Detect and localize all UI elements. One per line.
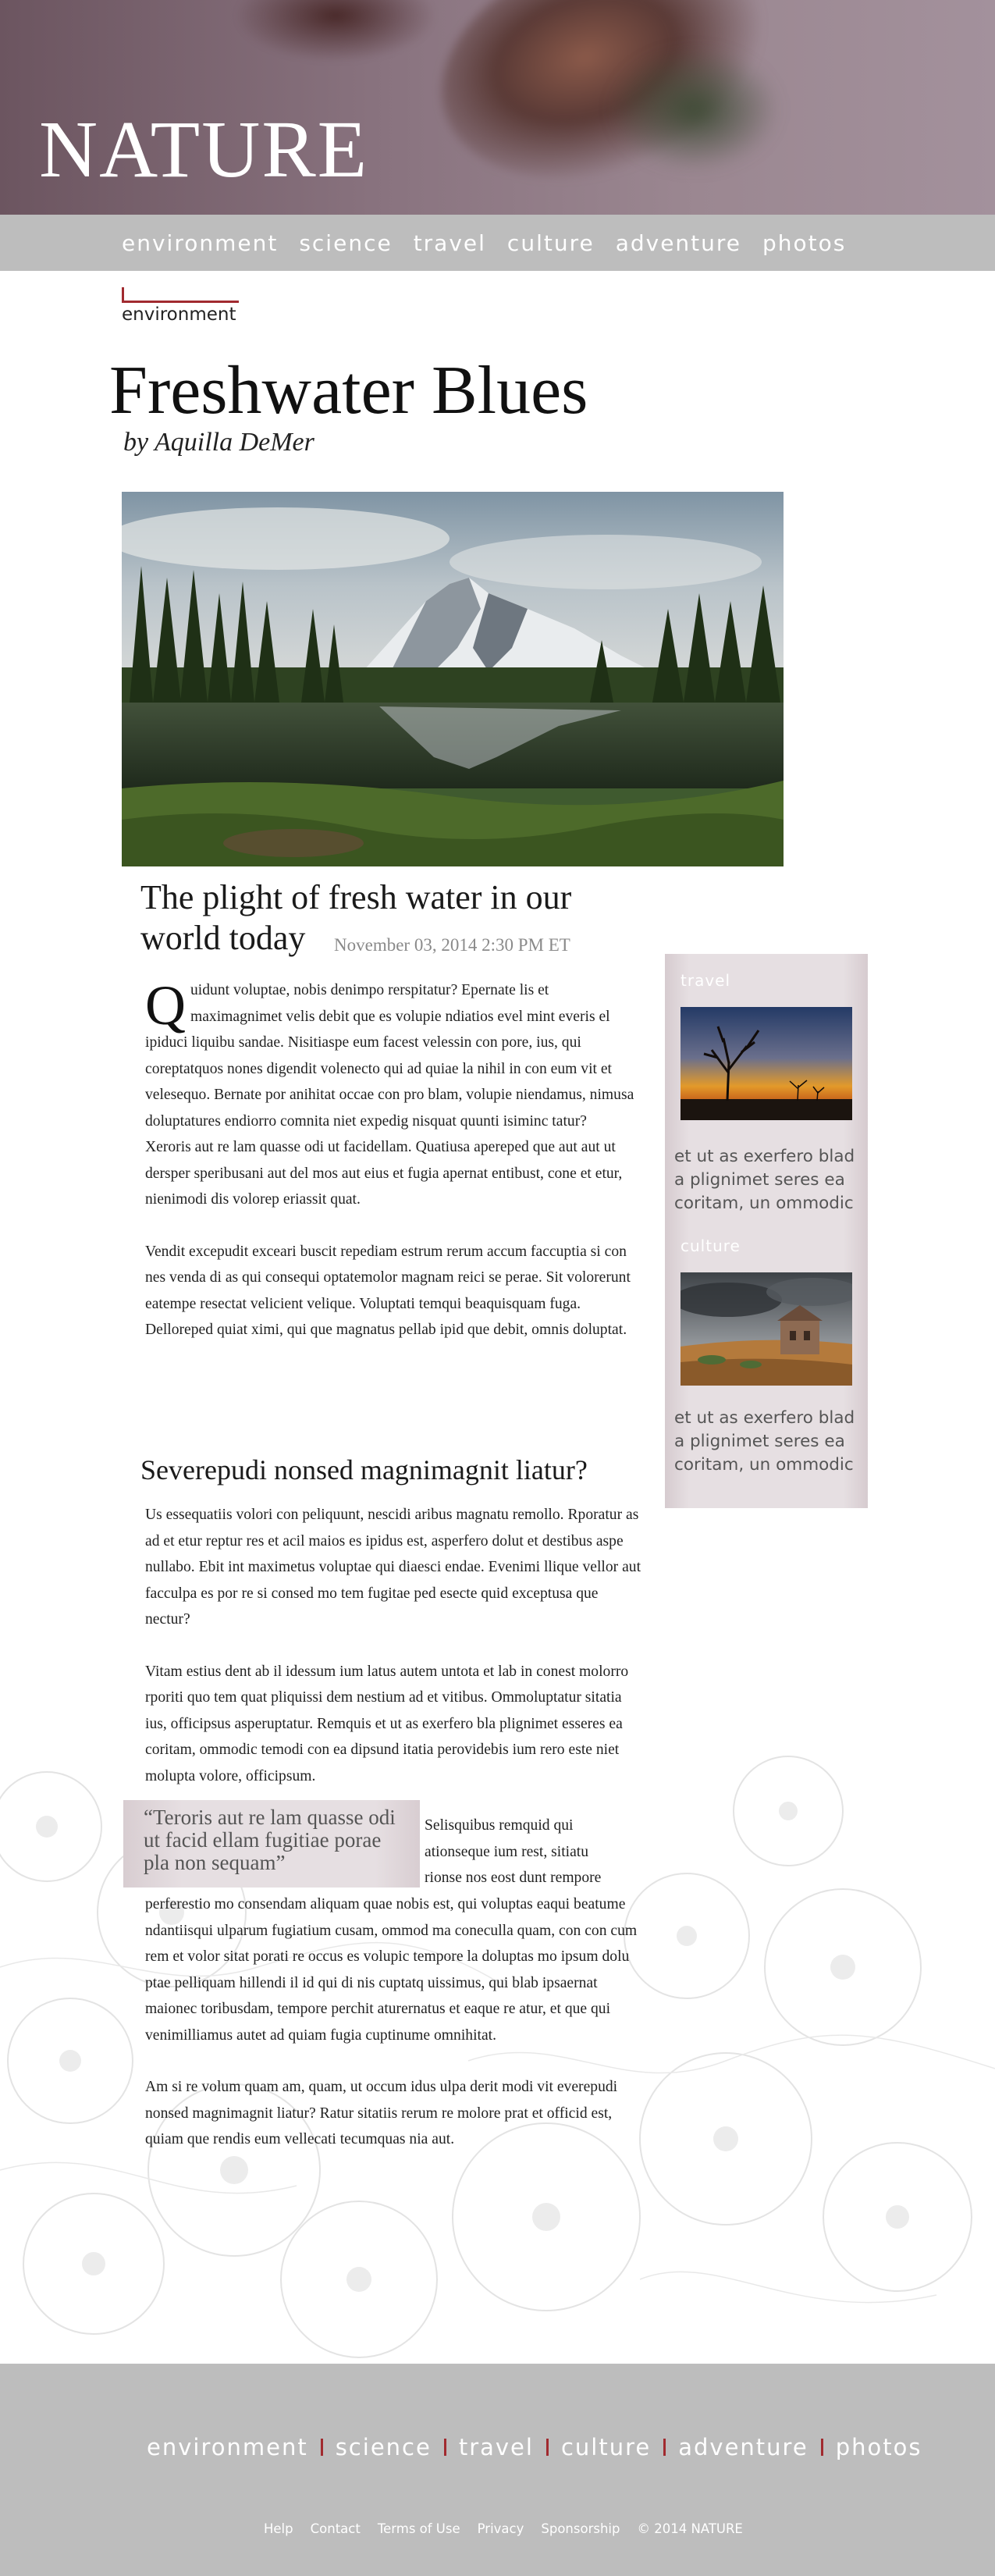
article-title: Freshwater Blues	[109, 353, 588, 429]
sidebar-category-travel[interactable]: travel	[681, 971, 730, 990]
footer-nav-adventure[interactable]: adventure	[678, 2434, 808, 2460]
site-logo[interactable]: NATURE	[39, 109, 368, 190]
footer-nav-culture[interactable]: culture	[561, 2434, 651, 2460]
nav-photos[interactable]: photos	[762, 230, 846, 256]
nav-travel[interactable]: travel	[414, 230, 486, 256]
section-heading: Severepudi nonsed magnimagnit liatur?	[140, 1454, 588, 1485]
nav-environment[interactable]: environment	[122, 230, 278, 256]
sidebar-thumb-travel[interactable]	[681, 1007, 852, 1120]
footer-link-terms[interactable]: Terms of Use	[378, 2521, 460, 2536]
article-body-section2: Us essequatiis volori con peliquunt, nes…	[145, 1502, 643, 1789]
paragraph: Quidunt voluptae, nobis denimpo rerspita…	[145, 977, 643, 1134]
page-footer: environment science travel culture adven…	[0, 2364, 995, 2576]
paragraph: Vitam estius dent ab il idessum ium latu…	[145, 1663, 629, 1784]
drop-cap: Q	[145, 974, 186, 1037]
footer-nav-travel[interactable]: travel	[459, 2434, 534, 2460]
sidebar-thumb-culture[interactable]	[681, 1272, 852, 1386]
mountain-lake-photo	[122, 492, 784, 866]
wrapped-text: Selisquibus remquid qui ationseque ium r…	[425, 1813, 659, 1891]
paragraph: Xeroris aut re lam quasse odi ut facidel…	[145, 1139, 623, 1208]
subtitle-line: The plight of fresh water in our	[140, 878, 572, 916]
wrap-line: Selisquibus remquid qui	[425, 1817, 574, 1834]
footer-nav-environment[interactable]: environment	[147, 2434, 308, 2460]
banner-blur	[609, 47, 780, 172]
footer-link-help[interactable]: Help	[264, 2521, 293, 2536]
wrap-line: ationseque ium rest, sitiatu	[425, 1843, 589, 1860]
sidebar-caption[interactable]: et ut as exerfero blad a plignimet seres…	[674, 1407, 862, 1477]
paragraph: perferestio mo consendam aliquam quae no…	[145, 1896, 638, 2044]
sidebar-caption[interactable]: et ut as exerfero blad a plignimet seres…	[674, 1145, 862, 1215]
nav-separator	[820, 2439, 823, 2456]
footer-link-sponsorship[interactable]: Sponsorship	[541, 2521, 620, 2536]
nav-separator	[545, 2439, 549, 2456]
footer-nav-science[interactable]: science	[336, 2434, 432, 2460]
nav-culture[interactable]: culture	[507, 230, 595, 256]
paragraph-text: uidunt voluptae, nobis denimpo rerspitat…	[145, 982, 634, 1130]
related-sidebar: travel et ut as exerfero blad a plignime…	[665, 954, 868, 1508]
section-tag: environment	[122, 287, 239, 325]
nav-science[interactable]: science	[299, 230, 392, 256]
article-byline: by Aquilla DeMer	[123, 428, 314, 457]
paragraph: Us essequatiis volori con peliquunt, nes…	[145, 1507, 641, 1628]
section-label[interactable]: environment	[122, 304, 239, 325]
tree-sunset-photo	[681, 1007, 852, 1120]
article-body-section3: perferestio mo consendam aliquam quae no…	[145, 1891, 643, 2153]
footer-link-privacy[interactable]: Privacy	[478, 2521, 524, 2536]
stone-ruin-photo	[681, 1272, 852, 1386]
main-nav: environment science travel culture adven…	[0, 215, 995, 271]
nav-separator	[443, 2439, 446, 2456]
pull-quote: “Teroris aut re lam quasse odi ut facid …	[123, 1800, 420, 1888]
wrap-line: rionse nos eost dunt rempore	[425, 1870, 602, 1886]
copyright: © 2014 NATURE	[637, 2521, 743, 2536]
paragraph: Am si re volum quam am, quam, ut occum i…	[145, 2079, 618, 2147]
sidebar-category-culture[interactable]: culture	[681, 1236, 741, 1255]
article-body-intro: Quidunt voluptae, nobis denimpo rerspita…	[145, 977, 643, 1343]
hero-image-mountain-lake	[122, 492, 784, 866]
paragraph: Vendit excepudit exceari buscit repediam…	[145, 1243, 631, 1339]
footer-nav-photos[interactable]: photos	[836, 2434, 922, 2460]
section-rule	[122, 287, 239, 303]
nav-adventure[interactable]: adventure	[616, 230, 741, 256]
footer-link-contact[interactable]: Contact	[311, 2521, 361, 2536]
nav-separator	[663, 2439, 666, 2456]
nav-separator	[320, 2439, 323, 2456]
header-banner: NATURE	[0, 0, 995, 215]
footer-links: Help Contact Terms of Use Privacy Sponso…	[264, 2521, 760, 2536]
article-date: November 03, 2014 2:30 PM ET	[334, 935, 570, 955]
banner-blur	[234, 0, 437, 62]
footer-nav: environment science travel culture adven…	[147, 2434, 922, 2460]
